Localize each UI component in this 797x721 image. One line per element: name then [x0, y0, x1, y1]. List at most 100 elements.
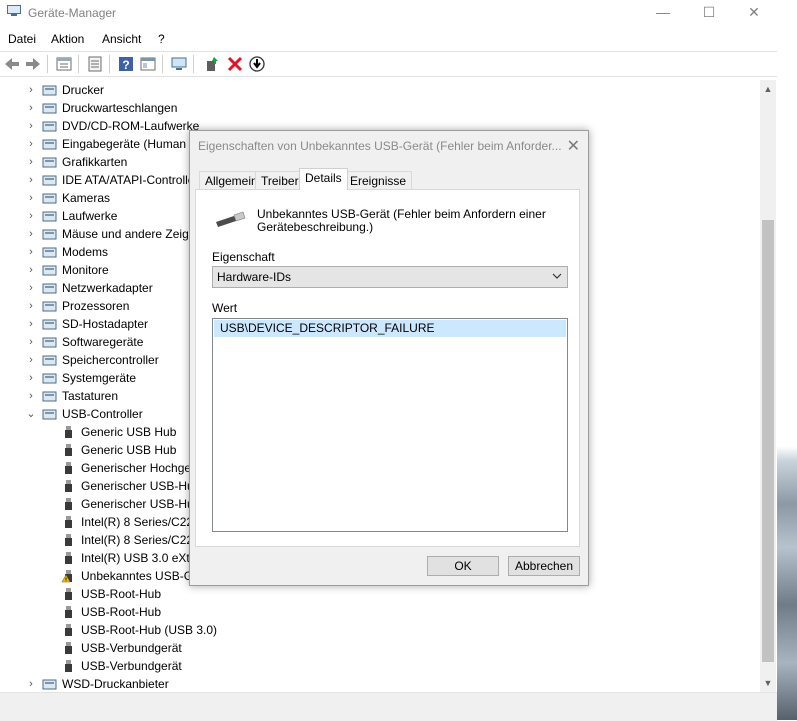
tree-item[interactable]: USB-Root-Hub [61, 585, 760, 603]
tree-item-label: Generic USB Hub [81, 443, 177, 457]
mouse-icon [42, 229, 57, 240]
tree-item[interactable]: USB-Verbundgerät [61, 639, 760, 657]
tab-details[interactable]: Details [299, 168, 348, 190]
print-queue-icon [42, 103, 57, 114]
value-listbox[interactable]: USB\DEVICE_DESCRIPTOR_FAILURE [212, 318, 568, 532]
chevron-right-icon[interactable]: › [25, 297, 37, 315]
driver-update-icon[interactable] [86, 55, 104, 73]
uninstall-icon[interactable] [226, 55, 244, 73]
chevron-right-icon[interactable]: › [25, 81, 37, 99]
back-icon[interactable] [3, 55, 21, 73]
chevron-right-icon[interactable]: › [25, 171, 37, 189]
tree-item-label: Monitore [62, 263, 109, 277]
chevron-right-icon[interactable]: › [25, 207, 37, 225]
usb-device-icon [65, 624, 72, 636]
tab-treiber[interactable]: Treiber [255, 171, 305, 190]
chevron-right-icon[interactable]: › [25, 387, 37, 405]
tree-item-label: Druckwarteschlangen [62, 101, 178, 115]
maximize-button[interactable]: ☐ [686, 0, 732, 26]
tree-item-label: Modems [62, 245, 109, 259]
title-bar[interactable]: Geräte-Manager — ☐ ✕ [0, 0, 777, 26]
tab-ereignisse[interactable]: Ereignisse [344, 171, 413, 190]
chevron-right-icon[interactable]: › [25, 315, 37, 333]
vertical-scrollbar[interactable]: ▲ ▼ [760, 80, 776, 692]
chevron-right-icon[interactable]: › [25, 189, 37, 207]
enable-device-icon[interactable] [203, 55, 221, 73]
wsd-printer-icon [42, 679, 57, 690]
chevron-right-icon[interactable]: › [25, 333, 37, 351]
tree-item[interactable]: USB-Root-Hub [61, 603, 760, 621]
download-driver-icon[interactable] [248, 55, 266, 73]
help-icon[interactable]: ? [117, 55, 135, 73]
scroll-down-arrow-icon[interactable]: ▼ [760, 676, 776, 690]
property-dropdown[interactable]: Hardware-IDs [212, 266, 568, 288]
chevron-right-icon[interactable]: › [25, 261, 37, 279]
chevron-right-icon[interactable]: › [25, 135, 37, 153]
chevron-right-icon[interactable]: › [25, 351, 37, 369]
chevron-right-icon[interactable]: › [25, 675, 37, 692]
system-device-icon [42, 373, 57, 384]
list-item[interactable]: USB\DEVICE_DESCRIPTOR_FAILURE [214, 320, 566, 337]
display-adapter-icon [42, 157, 57, 168]
scroll-up-arrow-icon[interactable]: ▲ [760, 82, 776, 96]
usb-device-icon [65, 426, 72, 438]
properties-view-icon[interactable] [55, 55, 73, 73]
tree-item-label: USB-Verbundgerät [81, 659, 182, 673]
toolbar-separator [162, 55, 163, 73]
toolbar: ? [0, 51, 777, 77]
chevron-down-icon[interactable]: ⌄ [25, 405, 37, 423]
tree-item-label: USB-Verbundgerät [81, 641, 182, 655]
value-label: Wert [212, 301, 238, 315]
chevron-right-icon[interactable]: › [25, 225, 37, 243]
tree-category[interactable]: › WSD-Druckanbieter [25, 675, 760, 692]
chevron-right-icon[interactable]: › [25, 153, 37, 171]
tree-item-label: Prozessoren [62, 299, 130, 313]
tree-item[interactable]: USB-Verbundgerät [61, 657, 760, 675]
chevron-right-icon[interactable]: › [25, 243, 37, 261]
forward-icon[interactable] [24, 55, 42, 73]
property-label: Eigenschaft [212, 250, 275, 264]
menu-aktion[interactable]: Aktion [51, 32, 84, 46]
tree-category[interactable]: › Drucker [25, 81, 760, 99]
usb-device-icon [65, 480, 72, 492]
software-device-icon [42, 337, 57, 348]
modem-icon [42, 247, 57, 258]
tree-item-label: IDE ATA/ATAPI-Controlle [62, 173, 195, 187]
device-name: Unbekanntes USB-Gerät (Fehler beim Anfor… [257, 208, 547, 234]
console-icon[interactable] [139, 55, 157, 73]
tree-item-label: WSD-Druckanbieter [62, 677, 169, 691]
close-button[interactable]: ✕ [731, 0, 777, 26]
svg-text:?: ? [122, 58, 129, 72]
tree-item-label: Laufwerke [62, 209, 118, 223]
menu-datei[interactable]: Datei [8, 32, 36, 46]
hid-icon [42, 139, 57, 150]
tree-item-label: Grafikkarten [62, 155, 128, 169]
usb-device-icon [65, 588, 72, 600]
value-text: USB\DEVICE_DESCRIPTOR_FAILURE [220, 321, 435, 335]
usb-device-icon [65, 552, 72, 564]
usb-device-icon [65, 516, 72, 528]
usb-plug-icon [216, 211, 246, 227]
tree-item-label: Generischer USB-Hu [81, 497, 194, 511]
menu-help[interactable]: ? [158, 32, 165, 46]
menu-ansicht[interactable]: Ansicht [102, 32, 141, 46]
device-manager-app-icon [7, 5, 21, 16]
chevron-right-icon[interactable]: › [25, 99, 37, 117]
tree-item-label: Generischer USB-Hu [81, 479, 194, 493]
tree-item[interactable]: USB-Root-Hub (USB 3.0) [61, 621, 760, 639]
minimize-button[interactable]: — [640, 0, 686, 26]
tree-item-label: Softwaregeräte [62, 335, 144, 349]
tree-category[interactable]: › Druckwarteschlangen [25, 99, 760, 117]
cancel-button[interactable]: Abbrechen [508, 556, 580, 576]
chevron-right-icon[interactable]: › [25, 369, 37, 387]
chevron-right-icon[interactable]: › [25, 117, 37, 135]
tree-item-label: USB-Root-Hub [81, 587, 162, 601]
tree-item-label: Intel(R) 8 Series/C220 [81, 515, 200, 529]
dialog-close-icon[interactable]: ✕ [567, 136, 580, 156]
tab-allgemein[interactable]: Allgemein [199, 171, 264, 190]
ok-button[interactable]: OK [427, 556, 499, 576]
monitor-scan-icon[interactable] [170, 55, 188, 73]
scrollbar-thumb[interactable] [762, 220, 774, 662]
printer-icon [42, 85, 57, 96]
chevron-right-icon[interactable]: › [25, 279, 37, 297]
